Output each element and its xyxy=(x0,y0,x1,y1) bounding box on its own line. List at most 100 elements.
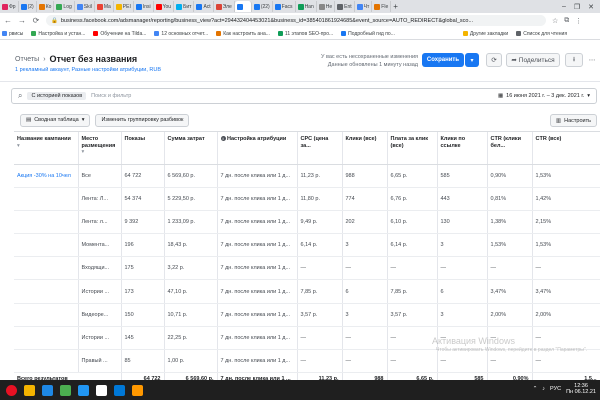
taskbar-app-icon[interactable] xyxy=(6,384,17,396)
share-button[interactable]: ➦ Поделиться xyxy=(506,53,560,67)
bookmark-item[interactable]: Другие закладки xyxy=(462,31,508,37)
browser-tab[interactable]: Insi xyxy=(134,1,154,12)
star-icon[interactable]: ☆ xyxy=(552,17,558,25)
bookmark-item[interactable]: Список для чтения xyxy=(516,31,567,37)
tab-favicon-icon xyxy=(2,3,8,10)
reload-icon[interactable]: ⟳ xyxy=(32,16,40,25)
table-row[interactable]: Истории ... 173 47,10 р. 7 дн. после клика … xyxy=(14,279,600,304)
date-range-picker[interactable]: ▦ 16 июня 2021 г. – 3 дек. 2021 г. ▾ xyxy=(498,93,590,99)
table-row[interactable]: Входящи... 175 3,22 р. 7 дн. после клика ил… xyxy=(14,256,600,281)
url-input[interactable]: 🔒 business.facebook.com/adsmanager/repor… xyxy=(46,15,546,26)
table-row[interactable]: Моментa... 196 18,43 р. 7 дн. после клика и… xyxy=(14,233,600,258)
puzzle-icon[interactable]: ⧉ xyxy=(564,17,569,25)
sort-icon[interactable]: ▾ xyxy=(82,149,85,155)
browser-tab[interactable]: Han xyxy=(296,1,317,12)
column-header[interactable]: CTR (клики бел... xyxy=(487,132,533,165)
filter-chip[interactable]: С историей показов xyxy=(27,92,87,100)
column-header[interactable]: Место размещения ▾ xyxy=(78,132,122,165)
table-cell: 130 xyxy=(437,210,488,235)
close-window-icon[interactable]: ✕ xyxy=(588,3,594,11)
report-subtitle-link[interactable]: 1 рекламный аккаунт, Разные настройки ат… xyxy=(15,67,161,73)
column-header[interactable]: Показы xyxy=(121,132,165,165)
table-row[interactable]: Лента: Л... 54 374 5 229,50 р. 7 дн. после … xyxy=(14,187,600,211)
new-tab-button[interactable]: + xyxy=(391,1,408,12)
clock[interactable]: 12:36 Пн 06.12.21 xyxy=(566,383,596,395)
info-icon[interactable]: i xyxy=(220,136,226,141)
browser-tab[interactable]: Ent xyxy=(335,1,355,12)
column-header[interactable]: Плата за клик (все) xyxy=(387,132,438,165)
browser-tab[interactable]: (22) xyxy=(252,1,273,12)
taskbar-app-icon[interactable] xyxy=(24,384,35,396)
column-header[interactable]: Название кампании ▾ xyxy=(14,132,79,165)
browser-tab[interactable]: (2) xyxy=(19,1,37,12)
browser-tab[interactable]: You xyxy=(154,1,175,12)
table-cell: — xyxy=(487,256,533,281)
bookmark-label: Подробный гид по... xyxy=(348,30,395,37)
export-button[interactable]: ⭳ xyxy=(565,53,583,67)
browser-tab[interactable]: Skil xyxy=(75,1,95,12)
table-cell: 7 дн. после клика или 1 д... xyxy=(217,164,298,188)
bookmark-item[interactable]: Подробный гид по... xyxy=(341,31,395,37)
taskbar-app-icon[interactable] xyxy=(42,384,53,396)
column-header[interactable]: Клики по ссылке xyxy=(437,132,488,165)
column-header[interactable]: CTR (все) xyxy=(532,132,600,165)
save-button[interactable]: Сохранить xyxy=(422,53,464,67)
browser-tab[interactable]: Эле xyxy=(214,1,235,12)
column-header[interactable]: i Настройка атрибуции xyxy=(217,132,298,165)
table-row[interactable]: Акция -30% на 10чел Все 64 722 6 569,60 р. 7… xyxy=(14,164,600,188)
table-row[interactable]: Лента: л... 9 392 1 233,09 р. 7 дн. после к… xyxy=(14,210,600,235)
maximize-icon[interactable]: ❐ xyxy=(574,3,580,11)
sort-icon[interactable]: ▾ xyxy=(17,143,20,149)
browser-tab[interactable]: Фр xyxy=(0,1,19,12)
browser-tab[interactable]: Ко xyxy=(37,1,55,12)
volume-icon[interactable]: ♪ xyxy=(542,386,545,392)
bookmark-item[interactable]: 12 основных отчет... xyxy=(154,31,208,37)
browser-tab[interactable] xyxy=(234,1,252,12)
bookmark-favicon-icon xyxy=(93,31,99,36)
tab-favicon-icon xyxy=(374,3,381,10)
taskbar-app-icon[interactable] xyxy=(78,384,89,396)
table-row[interactable]: Видеоре... 150 10,71 р. 7 дн. после клика и… xyxy=(14,303,600,327)
tray-arrow-icon[interactable]: ⌃ xyxy=(533,386,538,392)
refresh-button[interactable]: ⟳ xyxy=(486,53,502,67)
taskbar-app-icon[interactable] xyxy=(60,384,71,396)
save-dropdown-button[interactable]: ▾ xyxy=(465,53,479,67)
browser-tab[interactable]: Log xyxy=(54,1,75,12)
back-icon[interactable]: ← xyxy=(4,16,12,25)
taskbar-app-icon[interactable] xyxy=(114,384,125,396)
customize-button[interactable]: ▥ Настроить xyxy=(549,114,597,127)
browser-tab[interactable]: Не xyxy=(317,1,336,12)
bookmark-item[interactable]: Обучение на Tilda... xyxy=(93,31,146,37)
browser-tab[interactable]: Чт xyxy=(355,1,373,12)
bookmark-item[interactable]: Как настроить ана... xyxy=(216,31,270,37)
breadcrumb-root[interactable]: Отчеты xyxy=(15,56,39,63)
taskbar-app-icon[interactable] xyxy=(132,384,143,396)
campaign-name-cell[interactable]: Акция -30% на 10чел xyxy=(14,164,79,188)
column-header[interactable]: CPC (цена за... xyxy=(297,132,343,165)
browser-tab[interactable]: Act xyxy=(194,1,214,12)
browser-tab[interactable]: Бит xyxy=(174,1,195,12)
forward-icon[interactable]: → xyxy=(18,16,26,25)
browser-tab[interactable]: PEI xyxy=(114,1,134,12)
browser-tab[interactable]: Fle xyxy=(372,1,392,12)
more-options-button[interactable]: ⋯ xyxy=(586,53,598,67)
bookmark-item[interactable]: рвисы xyxy=(2,31,23,37)
search-input[interactable]: Поиск и фильтр xyxy=(91,93,131,99)
column-header[interactable]: Сумма затрат xyxy=(164,132,218,165)
updated-line: Данные обновлены 1 минуту назад xyxy=(327,62,418,68)
browser-tab[interactable]: Ma xyxy=(95,1,114,12)
pivot-table-dropdown[interactable]: ▤ Сводная таблица ▾ xyxy=(20,113,91,127)
column-header[interactable]: Клики (все) xyxy=(342,132,388,165)
minimize-icon[interactable]: – xyxy=(562,3,566,11)
table-cell: — xyxy=(387,326,438,351)
taskbar-app-icon[interactable] xyxy=(96,384,107,396)
browser-tab[interactable]: Facs xyxy=(273,1,296,12)
change-grouping-button[interactable]: Изменить группировку разбивок xyxy=(95,113,190,127)
bookmark-item[interactable]: 11 этапов SEO-про... xyxy=(277,31,333,37)
calendar-icon: ▦ xyxy=(497,93,504,99)
search-filter-bar[interactable]: ⌕ С историей показов Поиск и фильтр ▦ 16… xyxy=(11,88,597,104)
table-cell: 1,53% xyxy=(487,233,533,258)
language-indicator[interactable]: РУС xyxy=(550,386,561,392)
bookmark-item[interactable]: Настройка и устан... xyxy=(31,31,85,37)
menu-dots-icon[interactable]: ⋮ xyxy=(575,17,582,25)
